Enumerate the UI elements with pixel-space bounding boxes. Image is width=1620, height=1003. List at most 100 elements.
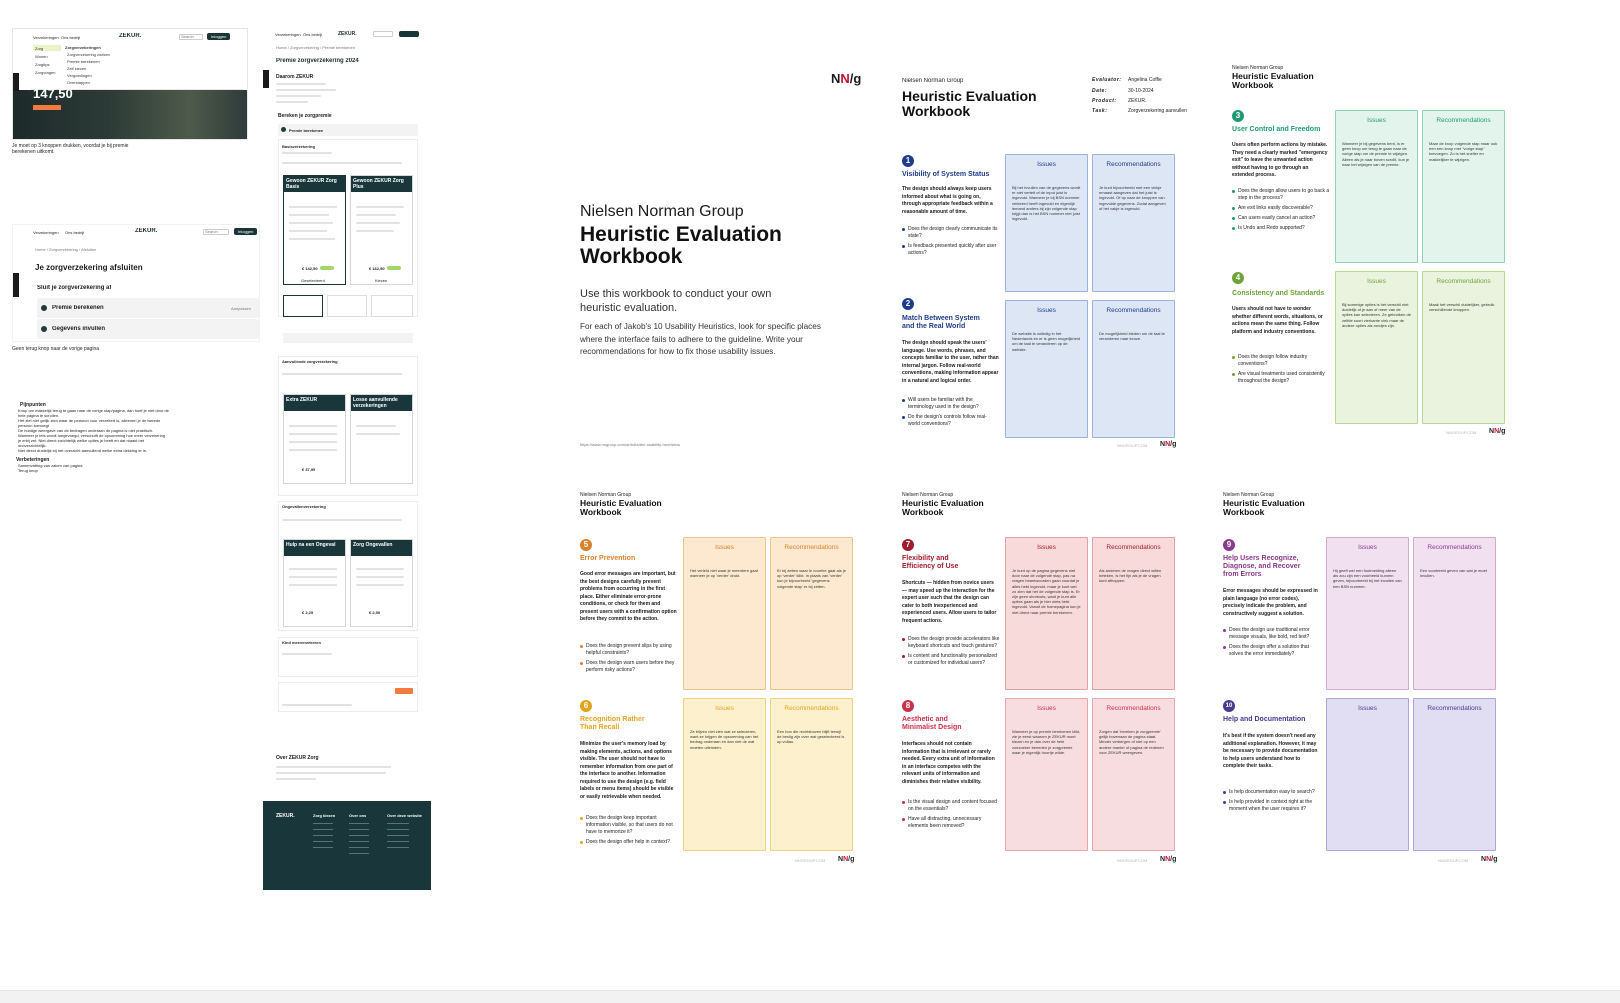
- login-button[interactable]: Inloggen: [234, 228, 258, 235]
- page-title: Heuristic Evaluation Workbook: [1223, 498, 1305, 517]
- menu-item-zorgvragen[interactable]: Zorgvragen: [35, 70, 55, 75]
- section-subtitle: Sluit je zorgverzekering af: [37, 285, 112, 291]
- recommendations-box-9[interactable]: Recommendations Een voorbeeld geven van …: [1413, 537, 1496, 690]
- submenu-item[interactable]: Zelf kiezen: [67, 66, 86, 71]
- nav-ons-bedrijf[interactable]: Ons bedrijf: [303, 32, 322, 37]
- card-hulp-ongeval[interactable]: Hulp na een Ongeval € 2,25: [283, 539, 346, 627]
- heuristic-description: The design should always keep users info…: [902, 186, 993, 215]
- submenu-item[interactable]: Premie berekenen: [67, 59, 100, 64]
- card-zorg-ongevallen[interactable]: Zorg Ongevallen € 2,50: [350, 539, 413, 627]
- risk-option[interactable]: [327, 295, 367, 317]
- recommendations-box-1[interactable]: Recommendations Je kunt bijvoorbeeld met…: [1092, 154, 1175, 292]
- feedback-tab[interactable]: [13, 73, 19, 91]
- recommendations-box-7[interactable]: Recommendations Als anderen de vragen di…: [1092, 537, 1175, 690]
- nav-verzekeringen[interactable]: Verzekeringen: [33, 35, 59, 40]
- search-input[interactable]: [373, 31, 393, 37]
- submenu-title[interactable]: Zorgverzekeringen: [65, 45, 101, 50]
- recommendations-box-2[interactable]: Recommendations De mogelijkheid bieden o…: [1092, 300, 1175, 438]
- meta-value: 30-10-2024: [1128, 88, 1154, 94]
- menu-item-wonen[interactable]: Wonen: [35, 54, 48, 59]
- nav-ons-bedrijf[interactable]: Ons bedrijf: [65, 230, 84, 235]
- issues-box-5[interactable]: Issues Het verleid niet waar je meerdere…: [683, 537, 766, 690]
- recommendations-label: Recommendations: [784, 544, 839, 551]
- selected-label[interactable]: Geselecteerd: [301, 278, 325, 283]
- nav-verzekeringen[interactable]: Verzekeringen: [275, 32, 301, 37]
- feedback-tab[interactable]: [13, 273, 19, 297]
- zekur-menu-screenshot[interactable]: Verzekeringen Ons bedrijf ZEKUR. Search …: [12, 28, 248, 140]
- edit-link[interactable]: Aanpassen: [231, 306, 251, 311]
- card-title: Zorg Ongevallen: [351, 540, 412, 556]
- breadcrumb[interactable]: Home / Zorgverzekering / Afsluiten: [35, 247, 96, 252]
- submenu-item[interactable]: Zorgverzekering zoeken: [67, 52, 110, 57]
- heuristic-title: Flexibility and Efficiency of Use: [902, 555, 959, 570]
- text-line: [289, 425, 337, 427]
- issues-box-10[interactable]: Issues: [1326, 698, 1409, 851]
- heuristic-number-9: 9: [1223, 539, 1235, 551]
- heuristic-questions: Is the visual design and content focused…: [902, 799, 1000, 833]
- issues-box-2[interactable]: Issues De website is volledig in het Ned…: [1005, 300, 1088, 438]
- issues-label: Issues: [1037, 161, 1056, 168]
- recommendations-box-5[interactable]: Recommendations Er bij zetten waar le no…: [770, 537, 853, 690]
- submenu-item[interactable]: Overstappen: [67, 80, 90, 85]
- feedback-tab[interactable]: [263, 70, 269, 88]
- meta-label: Date:: [1092, 88, 1108, 94]
- recommendations-box-8[interactable]: Recommendations Zorgen dat 'bereken je z…: [1092, 698, 1175, 851]
- heuristic-title: Help Users Recognize, Diagnose, and Reco…: [1223, 555, 1301, 578]
- recommendation-text: Je kunt bijvoorbeeld met een vinkje erna…: [1099, 185, 1166, 211]
- recommendations-box-4[interactable]: Recommendations Maak het verschil duidel…: [1422, 271, 1505, 424]
- issues-box-3[interactable]: Issues Wanneer je bij gegevens bent, is …: [1335, 110, 1418, 263]
- zekur-afsluiten-screenshot[interactable]: Verzekeringen Ons bedrijf ZEKUR. Search …: [12, 224, 260, 342]
- choose-label[interactable]: Kiezen: [375, 278, 387, 283]
- issues-box-4[interactable]: Issues Bij sommige opties is het verschi…: [1335, 271, 1418, 424]
- nav-verzekeringen[interactable]: Verzekeringen: [33, 230, 59, 235]
- zekur-logo[interactable]: ZEKUR.: [135, 228, 157, 235]
- nav-ons-bedrijf[interactable]: Ons bedrijf: [61, 35, 80, 40]
- card-extra-zekur[interactable]: Extra ZEKUR € 37,95: [283, 394, 346, 484]
- issues-label: Issues: [1037, 544, 1056, 551]
- footer-links[interactable]: [387, 823, 409, 849]
- zekur-premium-page[interactable]: Verzekeringen Ons bedrijf ZEKUR. Home / …: [263, 28, 431, 890]
- issues-label: Issues: [1367, 117, 1386, 124]
- recommendations-box-6[interactable]: Recommendations Een bon die rechtsboven …: [770, 698, 853, 851]
- heuristic-questions: Does the design allow users to go back a…: [1232, 188, 1330, 235]
- heuristic-questions: Does the design follow industry conventi…: [1232, 354, 1330, 388]
- footer-links[interactable]: [313, 823, 333, 853]
- issues-box-9[interactable]: Issues Hij geeft wel een foutmelding all…: [1326, 537, 1409, 690]
- card-losse-aanvullend[interactable]: Losse aanvullende verzekeringen: [350, 394, 413, 484]
- risk-option-selected[interactable]: [283, 295, 323, 317]
- zekur-logo[interactable]: ZEKUR.: [338, 31, 357, 37]
- footer-links[interactable]: [349, 823, 369, 859]
- recommendations-box-10[interactable]: Recommendations: [1413, 698, 1496, 851]
- cover-url[interactable]: https://www.nngroup.com/articles/ten-usa…: [580, 442, 680, 447]
- recommendations-box-3[interactable]: Recommendations Maar de knop volgende st…: [1422, 110, 1505, 263]
- heuristic-questions: Does the design prevent slips by using h…: [580, 643, 678, 677]
- text-line: [356, 568, 404, 570]
- login-button[interactable]: Inloggen: [207, 33, 231, 40]
- text-line: [276, 766, 391, 768]
- hero-cta[interactable]: [33, 105, 61, 110]
- menu-item-zorg[interactable]: Zorg: [35, 46, 43, 51]
- menu-item-zorgtips[interactable]: Zorgtips: [35, 62, 49, 67]
- issues-box-8[interactable]: Issues Wanneer je op premie berekenen kl…: [1005, 698, 1088, 851]
- submenu-item[interactable]: Vergoedingen: [67, 73, 92, 78]
- heuristic-description: Users often perform actions by mistake. …: [1232, 142, 1328, 178]
- issues-box-1[interactable]: Issues Bij het invullen van de gegevens …: [1005, 154, 1088, 292]
- login-button[interactable]: [399, 31, 419, 37]
- breadcrumb[interactable]: Home / Zorgverzekering / Premie berekene…: [276, 45, 355, 50]
- text-line: [282, 162, 402, 164]
- card-zorg-plus[interactable]: Gewoon ZEKUR Zorg Plus € 162,50: [350, 175, 413, 285]
- footer-logo[interactable]: ZEKUR.: [276, 813, 295, 819]
- next-button[interactable]: [395, 688, 413, 694]
- card-price: € 2,25: [302, 610, 314, 615]
- heuristic-title: Consistency and Standards: [1232, 290, 1325, 297]
- bottom-scrollbar[interactable]: [0, 990, 1620, 1003]
- card-price: € 142,50: [302, 266, 318, 271]
- risk-option[interactable]: [371, 295, 413, 317]
- zekur-logo[interactable]: ZEKUR.: [119, 33, 141, 40]
- card-title: Hulp na een Ongeval: [284, 540, 345, 556]
- issues-box-7[interactable]: Issues Je kunt op de pagina gegevens nie…: [1005, 537, 1088, 690]
- issue-text: Bij sommige opties is het verschil niet …: [1342, 302, 1411, 328]
- recommendation-text: Maar de knop volgende stap maar ook een …: [1429, 141, 1498, 162]
- card-zorg-basis[interactable]: Gewoon ZEKUR Zorg Basis € 142,50: [283, 175, 346, 285]
- issues-box-6[interactable]: Issues Ze blijven niet zien wat ze selec…: [683, 698, 766, 851]
